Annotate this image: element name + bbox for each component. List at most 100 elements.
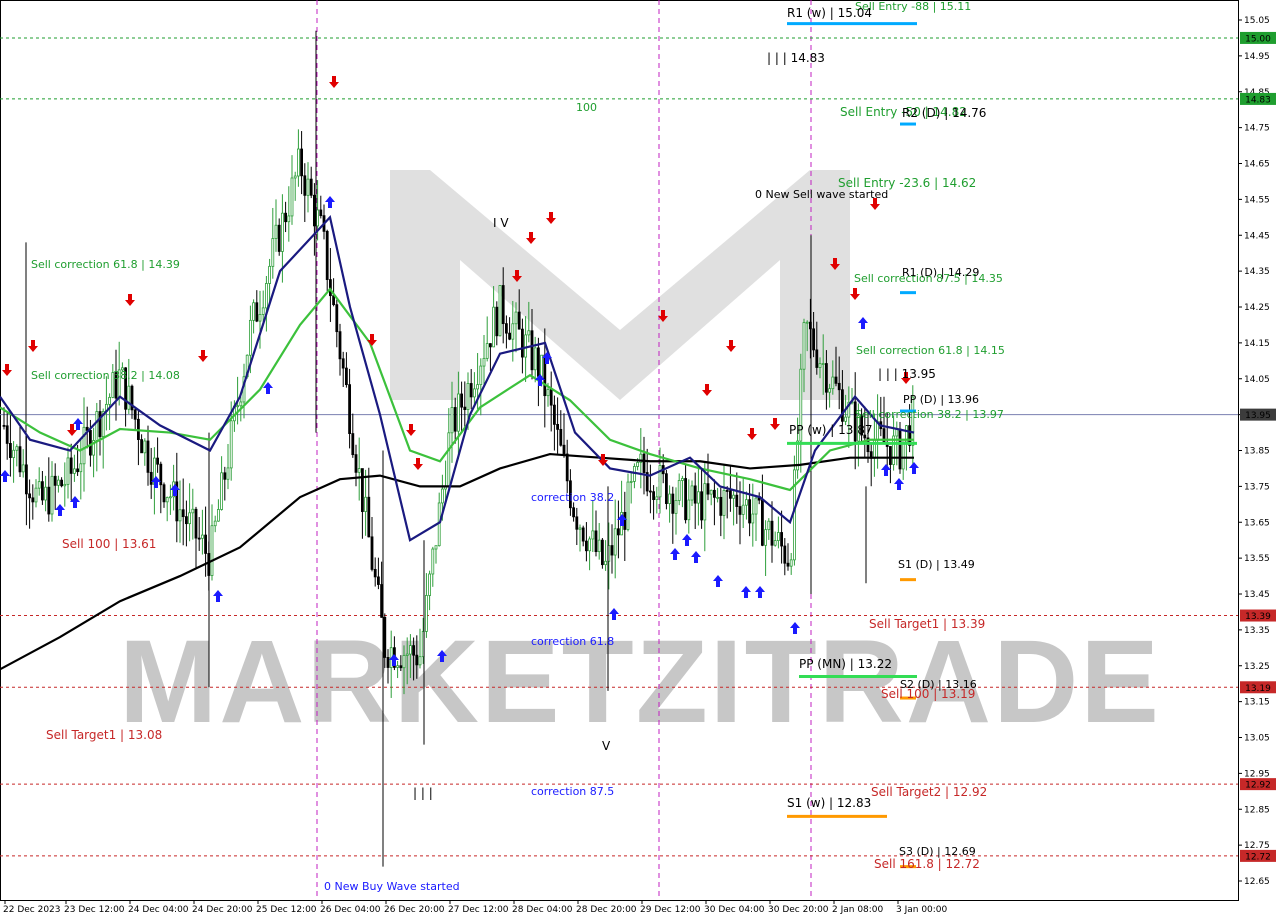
candle-body (428, 573, 432, 596)
candle-body (2, 424, 6, 427)
candle-body (264, 283, 268, 309)
candle-body (69, 457, 73, 474)
candle-body (825, 363, 828, 393)
candle-body (482, 357, 486, 367)
candle-body (351, 433, 355, 456)
level-label: Sell Entry -88 | 15.11 (855, 0, 971, 13)
candle-body (901, 441, 905, 470)
candle-body (738, 506, 742, 515)
candle-body (495, 306, 499, 337)
candle-body (844, 416, 847, 422)
candle-body (530, 330, 534, 371)
level-label: S1 (D) | 13.49 (898, 558, 975, 571)
candle-body (303, 175, 307, 196)
candle-body (700, 491, 703, 521)
x-tick-label: 28 Dec 20:00 (576, 905, 637, 915)
candle-body (450, 407, 454, 434)
candle-body (332, 295, 336, 306)
candle-body (501, 285, 505, 325)
level-label: correction 38.2 (531, 491, 614, 504)
y-tick-label: 14.55 (1244, 195, 1270, 205)
y-tick-label: 13.25 (1244, 662, 1270, 672)
x-tick-label: 30 Dec 04:00 (704, 905, 765, 915)
candle-body (447, 432, 451, 487)
candle-body (271, 238, 275, 267)
candle-body (319, 209, 323, 217)
candle-body (328, 279, 332, 297)
candle-body (194, 508, 198, 539)
candle-body (492, 306, 496, 348)
candle-body (601, 539, 604, 566)
watermark-text: MARKETZITRADE (119, 616, 1161, 748)
candle-body (348, 384, 352, 434)
candle-body (789, 559, 793, 567)
x-tick-label: 28 Dec 04:00 (512, 905, 573, 915)
candle-body (399, 665, 403, 669)
candle-body (831, 376, 835, 390)
y-tick-label: 13.35 (1244, 626, 1270, 636)
level-label: Sell 100 | 13.19 (881, 687, 975, 701)
level-label: Sell Target2 | 12.92 (871, 785, 987, 799)
candle-body (527, 330, 531, 336)
candle-body (508, 332, 512, 340)
candle-body (453, 407, 457, 432)
candle-body (837, 382, 841, 391)
candle-body (223, 472, 227, 480)
level-label: 100 (576, 101, 597, 114)
candle-body (610, 545, 614, 556)
y-tick-label: 12.85 (1244, 805, 1270, 815)
y-tick-label: 14.15 (1244, 339, 1270, 349)
y-tick-label: 14.75 (1244, 124, 1270, 134)
candle-body (287, 215, 291, 223)
candle-body (98, 411, 102, 437)
candle-body (156, 457, 160, 465)
candle-body (626, 481, 630, 530)
price-chart[interactable]: MARKETZITRADE15.0514.9514.8514.7514.6514… (0, 0, 1280, 920)
candle-body (841, 389, 844, 422)
candle-body (376, 576, 380, 585)
candle-body (713, 489, 716, 498)
plot-frame (0, 0, 1239, 901)
candle-body (268, 265, 272, 284)
candle-body (604, 560, 607, 566)
candle-body (300, 148, 304, 177)
level-label: Sell correction 38.2 | 14.08 (31, 369, 180, 382)
x-tick-label: 25 Dec 12:00 (256, 905, 317, 915)
candle-body (655, 496, 659, 500)
level-label: PP (D) | 13.96 (903, 393, 979, 406)
candle-body (706, 483, 710, 495)
candle-body (553, 404, 556, 425)
candle-body (649, 490, 652, 493)
candle-body (306, 178, 310, 196)
candle-body (213, 520, 217, 527)
candle-body (357, 468, 361, 473)
candle-body (367, 496, 371, 538)
candle-body (424, 595, 428, 632)
candle-body (236, 405, 240, 408)
candle-body (309, 178, 313, 196)
price-tag-label: 15.00 (1245, 34, 1271, 44)
candle-body (761, 499, 764, 546)
y-tick-label: 14.45 (1244, 231, 1270, 241)
candle-body (79, 463, 83, 473)
price-tag-label: 13.95 (1245, 411, 1271, 421)
candle-body (469, 383, 473, 398)
candle-body (149, 471, 153, 485)
candle-body (514, 311, 518, 325)
candle-body (581, 527, 585, 542)
x-tick-label: 30 Dec 20:00 (768, 905, 829, 915)
level-label: Sell Target1 | 13.08 (46, 728, 162, 742)
candle-body (316, 209, 320, 227)
candle-body (220, 472, 224, 510)
candle-body (197, 537, 201, 540)
candle-body (732, 494, 735, 499)
candle-body (200, 534, 204, 539)
candle-body (764, 529, 767, 546)
level-label: | | | (413, 786, 433, 800)
candle-body (41, 481, 44, 501)
candle-body (812, 328, 815, 351)
candle-body (284, 212, 288, 223)
price-tag-label: 12.72 (1245, 852, 1271, 862)
candle-body (642, 453, 646, 473)
candle-body (360, 468, 364, 512)
